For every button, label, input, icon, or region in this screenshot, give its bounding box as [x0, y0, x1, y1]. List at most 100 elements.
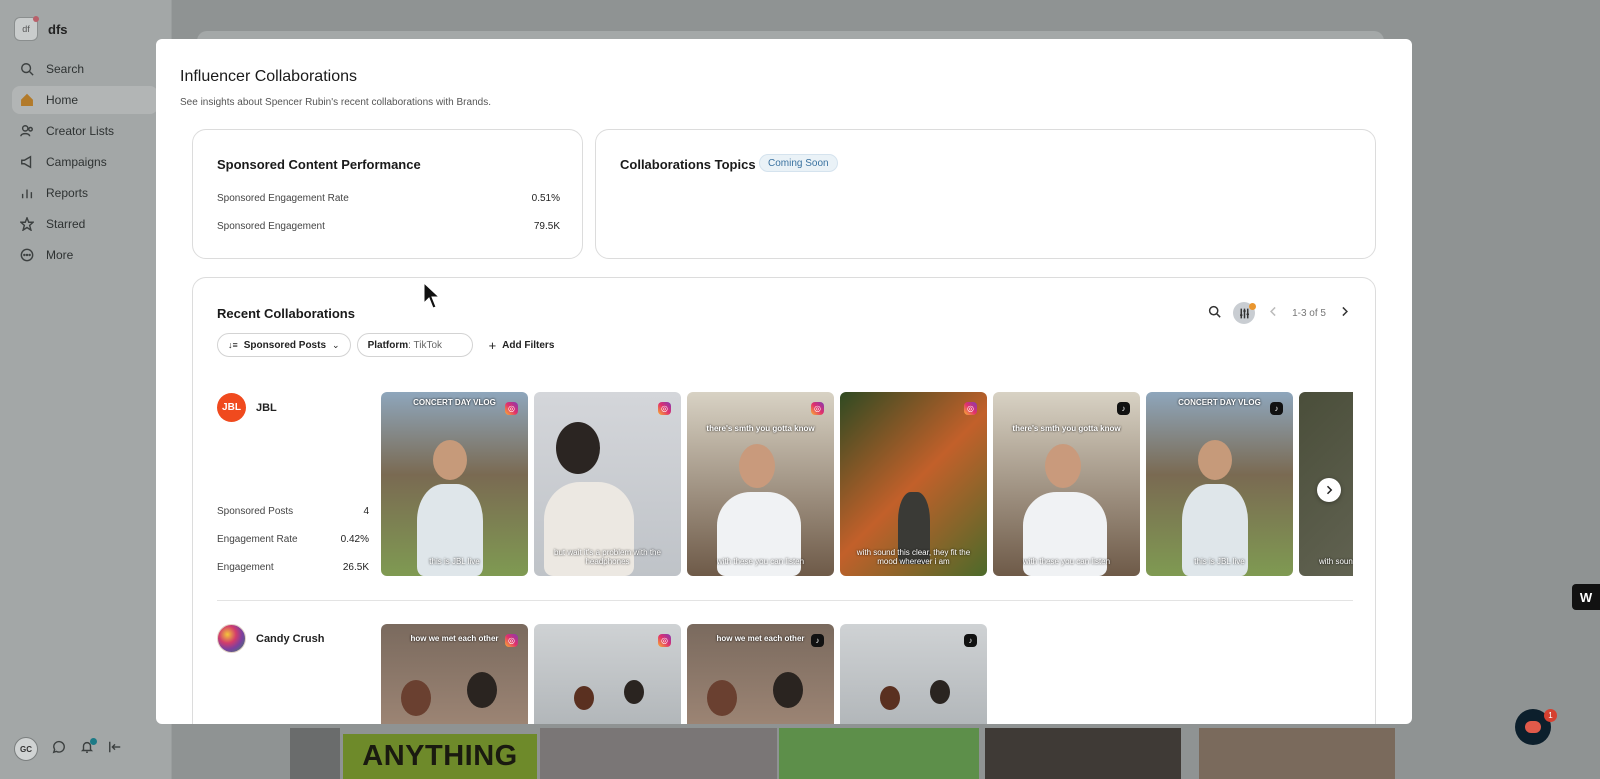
post-caption-bottom: with these you can listen: [1022, 556, 1111, 566]
sidebar-item-reports[interactable]: Reports: [12, 179, 158, 207]
metric-row: Sponsored Engagement 79.5K: [217, 221, 560, 232]
background-thumbnail: [779, 728, 979, 779]
post-caption-bottom: this is JBL live: [1194, 556, 1245, 566]
w-widget-button[interactable]: W: [1572, 584, 1600, 610]
sidebar-item-campaigns[interactable]: Campaigns: [12, 148, 158, 176]
brand-header-jbl[interactable]: JBL JBL: [217, 393, 277, 422]
brand-stat: Engagement Rate 0.42%: [217, 534, 369, 545]
sidebar-item-label: More: [46, 248, 74, 262]
sidebar-item-creator-lists[interactable]: Creator Lists: [12, 117, 158, 145]
mouse-cursor-icon: [423, 282, 441, 309]
stat-label: Engagement Rate: [217, 534, 298, 545]
next-page-button[interactable]: [1338, 305, 1351, 321]
instagram-icon: ◎: [811, 402, 824, 415]
collapse-sidebar-icon[interactable]: [108, 740, 122, 759]
stat-label: Sponsored Posts: [217, 506, 294, 517]
background-thumbnail: [290, 728, 340, 779]
post-thumbnail[interactable]: there's smth you gotta know with these y…: [687, 392, 834, 576]
bar-chart-icon: [20, 186, 34, 200]
sidebar-footer: GC: [14, 737, 122, 761]
star-icon: [20, 217, 34, 231]
post-thumbnail[interactable]: how we met each other ◎: [381, 624, 528, 724]
tiktok-icon: ♪: [964, 634, 977, 647]
instagram-icon: ◎: [964, 402, 977, 415]
background-thumbnail: [540, 728, 777, 779]
post-thumbnail[interactable]: but wait it's a problem with the headpho…: [534, 392, 681, 576]
sidebar-item-more[interactable]: More: [12, 241, 158, 269]
brand-stat: Sponsored Posts 4: [217, 506, 369, 517]
add-filters-button[interactable]: + Add Filters: [479, 338, 555, 353]
chat-bubble-icon: [1525, 721, 1541, 733]
more-icon: [20, 248, 34, 262]
candy-crush-posts-strip: how we met each other ◎ ◎ how we met eac…: [381, 624, 1353, 724]
sidebar-item-label: Home: [46, 93, 79, 107]
card-title: Recent Collaborations: [217, 306, 355, 321]
post-caption-bottom: this is JBL live: [429, 556, 480, 566]
users-icon: [20, 124, 34, 138]
filters-toggle-button[interactable]: [1233, 302, 1257, 324]
sidebar-item-search[interactable]: Search: [12, 55, 158, 83]
modal-title: Influencer Collaborations: [180, 68, 357, 85]
recent-filters: ↓≡ Sponsored Posts ⌄ Platform: TikTok + …: [217, 333, 554, 357]
sidebar-item-starred[interactable]: Starred: [12, 210, 158, 238]
post-caption-bottom: but wait it's a problem with the headpho…: [554, 547, 661, 566]
workspace-switcher[interactable]: df dfs: [14, 16, 68, 41]
background-thumbnail: [985, 728, 1181, 779]
platform-filter-value: : TikTok: [408, 339, 443, 351]
post-thumbnail[interactable]: ◎: [534, 624, 681, 724]
platform-filter-label: Platform: [367, 339, 409, 351]
brand-header-candy-crush[interactable]: Candy Crush: [217, 624, 324, 653]
card-title: Sponsored Content Performance: [217, 157, 421, 172]
tiktok-icon: ♪: [811, 634, 824, 647]
strip-next-button[interactable]: [1317, 478, 1341, 502]
sidebar-item-label: Campaigns: [46, 155, 107, 169]
recent-toolbar-right: 1-3 of 5: [1208, 302, 1351, 324]
post-thumbnail[interactable]: there's smth you gotta know with these y…: [993, 392, 1140, 576]
metric-row: Sponsored Engagement Rate 0.51%: [217, 193, 560, 204]
tiktok-icon: ♪: [1270, 402, 1283, 415]
instagram-icon: ◎: [505, 634, 518, 647]
post-thumbnail[interactable]: ♪: [840, 624, 987, 724]
brand-name: JBL: [256, 401, 277, 414]
chat-icon[interactable]: [52, 740, 66, 759]
coming-soon-badge: Coming Soon: [759, 154, 838, 172]
add-filters-label: Add Filters: [502, 339, 555, 351]
post-caption-bottom: with sound this clear, they fit the mood…: [856, 547, 971, 566]
user-avatar[interactable]: GC: [14, 737, 38, 761]
post-caption-top: there's smth you gotta know: [706, 424, 815, 433]
prev-page-button[interactable]: [1267, 305, 1280, 321]
workspace-name: dfs: [48, 21, 68, 37]
post-caption-bottom: with these you can listen: [716, 556, 805, 566]
brand-name: Candy Crush: [256, 632, 325, 645]
post-thumbnail[interactable]: CONCERT DAY VLOG this is JBL live ◎: [381, 392, 528, 576]
collaboration-topics-card: Collaborations Topics Coming Soon: [595, 129, 1376, 259]
app-sidebar: df dfs Search Home Creator Lists Campaig…: [0, 0, 172, 779]
chevron-down-icon: ⌄: [332, 339, 340, 350]
sidebar-item-label: Search: [46, 62, 85, 76]
instagram-icon: ◎: [658, 634, 671, 647]
post-caption-top: there's smth you gotta know: [1012, 424, 1121, 433]
instagram-icon: ◎: [658, 402, 671, 415]
post-thumbnail[interactable]: how we met each other ♪: [687, 624, 834, 724]
brand-logo: JBL: [217, 393, 246, 422]
home-icon: [20, 93, 34, 107]
brand-stat: Engagement 26.5K: [217, 562, 369, 573]
post-thumbnail[interactable]: CONCERT DAY VLOG this is JBL live ♪: [1146, 392, 1293, 576]
search-icon[interactable]: [1208, 305, 1221, 321]
sidebar-item-home[interactable]: Home: [12, 86, 158, 114]
post-thumbnail[interactable]: with sound this clear, they fit the mood…: [840, 392, 987, 576]
stat-value: 4: [363, 506, 369, 517]
notifications-icon[interactable]: [80, 737, 97, 759]
stat-value: 26.5K: [342, 562, 369, 573]
sidebar-item-label: Reports: [46, 186, 89, 200]
platform-filter-chip[interactable]: Platform: TikTok: [356, 333, 473, 357]
post-caption-bottom: with sound the mo: [1319, 556, 1353, 566]
metric-label: Sponsored Engagement: [217, 221, 325, 232]
card-title: Collaborations Topics: [620, 157, 756, 172]
sidebar-nav: Search Home Creator Lists Campaigns Repo…: [12, 55, 158, 272]
brand-logo: [217, 624, 246, 653]
row-divider: [217, 600, 1353, 601]
sidebar-item-label: Creator Lists: [46, 124, 115, 138]
sort-dropdown[interactable]: ↓≡ Sponsored Posts ⌄: [217, 333, 351, 357]
sort-label: Sponsored Posts: [243, 339, 327, 351]
